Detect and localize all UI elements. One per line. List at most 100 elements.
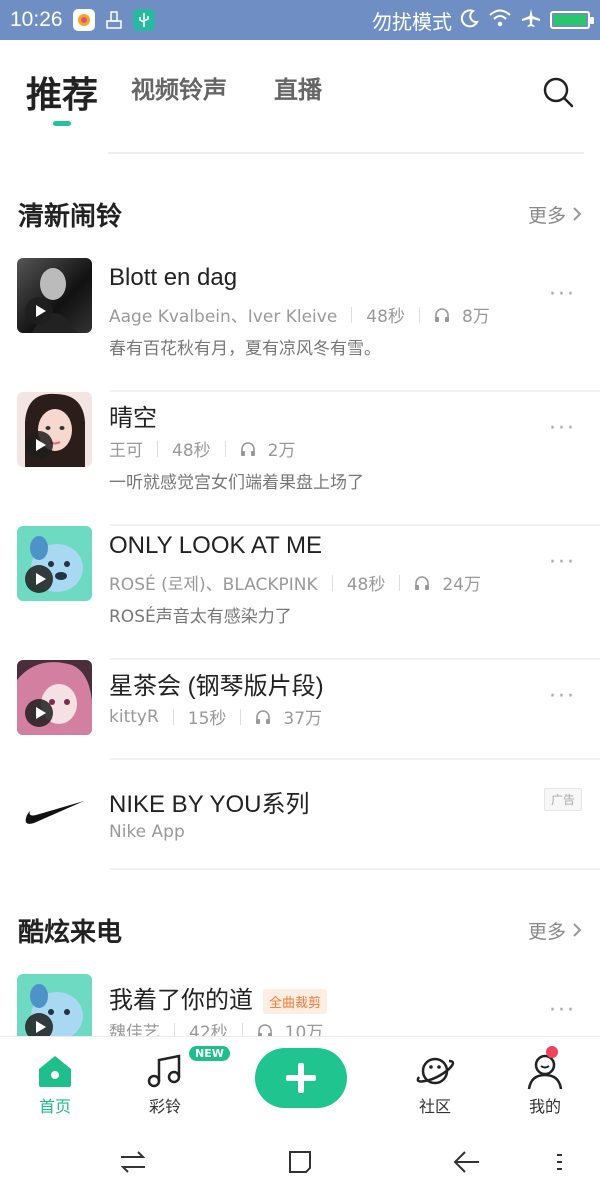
cover-image <box>17 526 92 601</box>
more-options-icon[interactable]: ··· <box>549 416 576 441</box>
user-icon <box>527 1054 563 1090</box>
status-time: 10:26 <box>10 8 63 31</box>
tab-indicator <box>53 121 71 126</box>
song-tag: 全曲裁剪 <box>263 989 328 1015</box>
new-badge: NEW <box>189 1046 230 1061</box>
song-meta: 魏佳艺 42秒 10万 <box>109 1018 323 1036</box>
divider <box>109 758 600 760</box>
nav-label: 我的 <box>528 1097 561 1116</box>
create-button[interactable] <box>255 1048 347 1108</box>
section-title: 酷炫来电 <box>18 917 123 948</box>
section-header-alarm: 清新闹铃 更多 <box>18 194 582 234</box>
back-icon[interactable] <box>451 1146 483 1178</box>
ad-tag: 广告 <box>543 788 582 811</box>
cover-image <box>17 660 92 735</box>
headphones-icon <box>256 709 271 724</box>
song-title: 星茶会 (钢琴版片段) <box>109 673 324 700</box>
list-item[interactable]: 我着了你的道 全曲裁剪 魏佳艺 42秒 10万 ··· <box>0 974 600 1036</box>
planet-icon <box>416 1057 455 1085</box>
more-options-icon[interactable]: ··· <box>549 282 576 307</box>
nav-label: 社区 <box>418 1097 451 1116</box>
song-title: 我着了你的道 全曲裁剪 <box>109 980 328 1015</box>
duration: 48秒 <box>346 575 386 595</box>
list-item[interactable]: 晴空 王可 48秒 2万 一听就感觉宫女们端着果盘上场了 ··· <box>0 392 600 526</box>
duration: 42秒 <box>189 1023 228 1036</box>
artist: ROSÉ (로제)、BLACKPINK <box>109 575 318 595</box>
more-link[interactable]: 更多 <box>528 201 582 228</box>
chevron-right-icon <box>573 923 582 937</box>
moon-icon <box>460 8 480 33</box>
list-item[interactable]: Blott en dag Aage Kvalbein、Iver Kleive 4… <box>0 258 600 392</box>
song-title: ONLY LOOK AT ME <box>109 532 322 559</box>
divider <box>109 868 600 870</box>
chevron-right-icon <box>573 207 582 221</box>
artist: Aage Kvalbein、Iver Kleive <box>109 307 338 327</box>
play-icon[interactable] <box>25 297 53 325</box>
play-count: 2万 <box>267 441 296 461</box>
song-meta: Aage Kvalbein、Iver Kleive 48秒 8万 <box>109 302 490 327</box>
music-note-icon <box>147 1054 181 1088</box>
divider <box>108 152 584 154</box>
ad-subtitle: Nike App <box>109 822 185 842</box>
song-title: 晴空 <box>109 405 157 432</box>
more-label: 更多 <box>527 920 566 943</box>
more-label: 更多 <box>527 204 566 227</box>
play-icon[interactable] <box>25 699 53 727</box>
plus-icon <box>286 1063 316 1093</box>
nav-me[interactable]: 我的 <box>505 1051 585 1117</box>
duration: 48秒 <box>366 307 405 327</box>
home-square-icon[interactable] <box>284 1146 316 1178</box>
play-icon[interactable] <box>25 431 53 459</box>
usb-icon <box>132 9 155 31</box>
nav-label: 首页 <box>38 1097 71 1116</box>
play-icon[interactable] <box>25 565 53 593</box>
wifi-icon <box>488 8 512 33</box>
more-options-icon[interactable]: ··· <box>549 550 576 575</box>
more-options-icon[interactable]: ··· <box>549 684 576 709</box>
play-count: 37万 <box>283 709 323 729</box>
dnd-label: 勿扰模式 <box>372 9 452 34</box>
headphones-icon <box>240 441 255 456</box>
song-meta: kittyR 15秒 37万 <box>109 704 323 730</box>
airplane-icon <box>520 7 542 34</box>
nav-community[interactable]: 社区 <box>395 1051 475 1117</box>
search-icon[interactable] <box>542 76 574 108</box>
list-item[interactable]: 星茶会 (钢琴版片段) kittyR 15秒 37万 ··· <box>0 660 600 760</box>
play-icon[interactable] <box>25 1013 53 1036</box>
duration: 48秒 <box>172 441 211 461</box>
clean-icon <box>103 9 125 31</box>
artist: 魏佳艺 <box>109 1023 160 1036</box>
top-nav: 推荐 视频铃声 直播 <box>0 40 600 152</box>
status-bar: 10:26 勿扰模式 <box>0 0 600 40</box>
play-count: 8万 <box>461 307 490 327</box>
cover-image <box>17 974 92 1036</box>
tab-live[interactable]: 直播 <box>274 70 322 105</box>
nav-home[interactable]: 首页 <box>15 1051 95 1117</box>
song-meta: 王可 48秒 2万 <box>109 436 295 461</box>
app-notification-icon <box>72 9 95 31</box>
tab-video-ringtone[interactable]: 视频铃声 <box>131 70 227 105</box>
tab-recommend[interactable]: 推荐 <box>26 66 98 118</box>
play-count: 10万 <box>284 1023 324 1036</box>
song-desc: 春有百花秋有月，夏有凉风冬有雪。 <box>109 339 381 359</box>
cover-image <box>17 392 92 467</box>
nav-label: 彩铃 <box>148 1097 181 1116</box>
song-title: Blott en dag <box>109 264 238 291</box>
artist: kittyR <box>109 706 159 727</box>
ad-item[interactable]: NIKE BY YOU系列 Nike App 广告 <box>0 778 600 870</box>
cover-image <box>17 258 92 333</box>
headphones-icon <box>434 307 449 322</box>
nav-ringtone[interactable]: 彩铃 <box>125 1051 205 1117</box>
nike-logo-icon <box>25 801 85 824</box>
menu-icon[interactable] <box>552 1146 568 1178</box>
recent-apps-icon[interactable] <box>117 1146 149 1178</box>
song-title-text: 我着了你的道 <box>109 987 253 1014</box>
more-options-icon[interactable]: ··· <box>549 998 576 1023</box>
list-item[interactable]: ONLY LOOK AT ME ROSÉ (로제)、BLACKPINK 48秒 … <box>0 526 600 660</box>
more-link[interactable]: 更多 <box>528 917 582 944</box>
artist: 王可 <box>109 441 143 461</box>
song-meta: ROSÉ (로제)、BLACKPINK 48秒 24万 <box>109 570 481 595</box>
ad-title: NIKE BY YOU系列 <box>109 791 310 818</box>
song-desc: ROSÉ声音太有感染力了 <box>109 607 292 627</box>
headphones-icon <box>257 1023 272 1036</box>
